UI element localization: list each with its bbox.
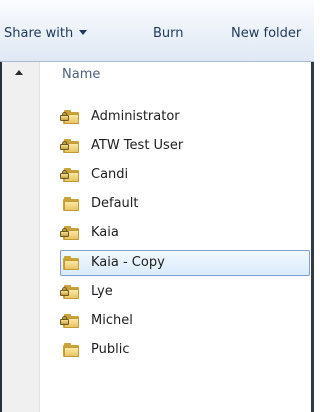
- folder-name: Default: [91, 196, 139, 211]
- folder-name: Kaia - Copy: [91, 255, 165, 270]
- folder-name: Lye: [91, 284, 113, 299]
- folder-row[interactable]: Kaia: [60, 220, 310, 246]
- folder-name: Candi: [91, 167, 129, 182]
- lock-icon: [60, 228, 69, 237]
- folder-name: Administrator: [91, 109, 180, 124]
- folder-name: Michel: [91, 313, 133, 328]
- folder-name: Public: [91, 342, 130, 357]
- scroll-up-arrow-icon[interactable]: [15, 70, 23, 75]
- lock-icon: [60, 316, 69, 325]
- folder-row[interactable]: Candi: [60, 162, 310, 188]
- folder-row[interactable]: Lye: [60, 279, 310, 305]
- folder-row[interactable]: ATW Test User: [60, 133, 310, 159]
- folder-row[interactable]: Public: [60, 337, 310, 363]
- folder-icon: [63, 256, 79, 271]
- folder-icon: [63, 343, 79, 358]
- folder-icon: [63, 197, 79, 212]
- folder-row[interactable]: Administrator: [60, 104, 310, 130]
- lock-icon: [60, 287, 69, 296]
- lock-icon: [60, 170, 69, 179]
- window-frame-right: [311, 62, 314, 412]
- lock-icon: [60, 141, 69, 150]
- folder-name: ATW Test User: [91, 138, 184, 153]
- navigation-pane-scrollbar[interactable]: [2, 62, 40, 412]
- folder-row[interactable]: Michel: [60, 308, 310, 334]
- lock-icon: [60, 112, 69, 121]
- file-list: Administrator ATW Test User Candi Default Ka…: [40, 0, 311, 412]
- folder-row[interactable]: Default: [60, 191, 310, 217]
- folder-name: Kaia: [91, 225, 119, 240]
- folder-row[interactable]: Kaia - Copy: [60, 250, 310, 276]
